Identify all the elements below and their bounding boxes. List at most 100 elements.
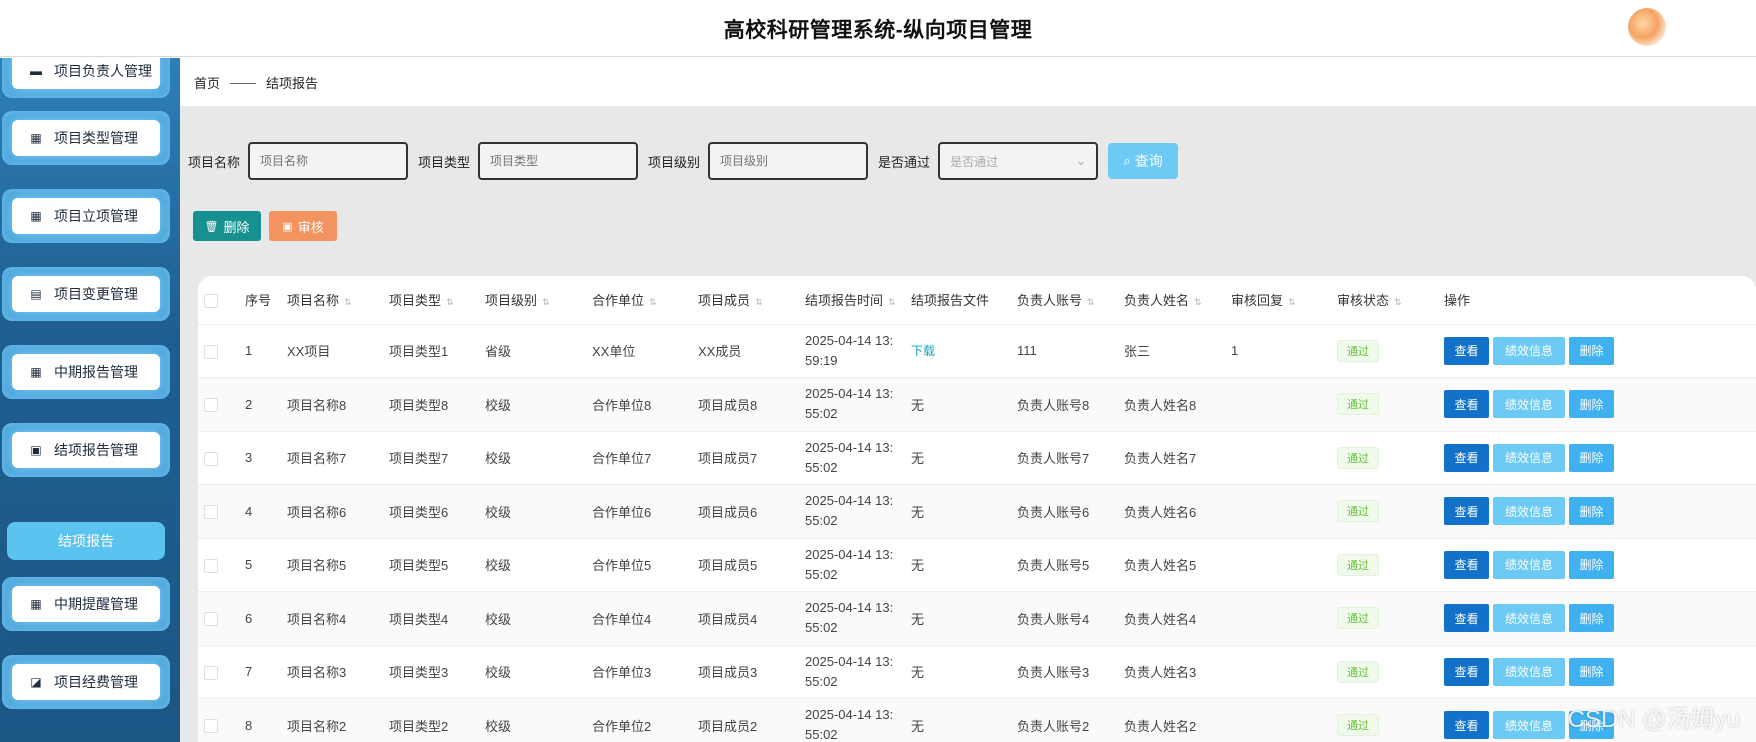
audit-icon: ▣ (282, 220, 293, 233)
col-header-account[interactable]: 负责人账号 ⇅ (1017, 276, 1124, 325)
row-checkbox[interactable] (204, 344, 218, 359)
col-header-name[interactable]: 项目名称 ⇅ (287, 276, 389, 325)
performance-info-button[interactable]: 绩效信息 (1493, 336, 1565, 365)
view-button[interactable]: 查看 (1444, 711, 1489, 740)
file-download-link[interactable]: 下载 (911, 344, 935, 358)
cell-file: 无 (911, 591, 1017, 646)
sort-icon[interactable]: ⇅ (755, 297, 763, 307)
search-icon: ⌕ (1123, 153, 1131, 168)
cell-time: 2025-04-14 13: 55:02 (805, 538, 911, 592)
sidebar-item-midterm-report[interactable]: ▦ 中期报告管理 (2, 345, 170, 399)
row-checkbox[interactable] (204, 451, 218, 466)
sidebar-item-final-report[interactable]: ▣ 结项报告管理 (2, 423, 170, 477)
chart-icon: ◪ (30, 675, 42, 689)
row-checkbox[interactable] (204, 612, 218, 627)
sort-icon[interactable]: ⇅ (446, 297, 454, 307)
row-checkbox[interactable] (204, 505, 218, 520)
cell-time-line1: 2025-04-14 13: (805, 493, 894, 509)
audit-button[interactable]: ▣ 审核 (269, 211, 337, 241)
row-checkbox[interactable] (204, 719, 218, 734)
view-button[interactable]: 查看 (1444, 336, 1489, 365)
delete-row-button[interactable]: 删除 (1569, 604, 1614, 633)
col-header-unit[interactable]: 合作单位 ⇅ (592, 276, 698, 325)
performance-info-button[interactable]: 绩效信息 (1493, 657, 1565, 686)
view-button[interactable]: 查看 (1444, 443, 1489, 472)
delete-row-button[interactable]: 删除 (1569, 497, 1614, 526)
project-level-input[interactable] (708, 142, 869, 180)
col-header-level[interactable]: 项目级别 ⇅ (485, 276, 592, 325)
delete-row-button[interactable]: 删除 (1569, 657, 1614, 686)
table-row: 6 项目名称4 项目类型4 校级 合作单位4 项目成员4 2025-04-14 13: 55:… (198, 591, 1756, 646)
cell-status: 通过 (1337, 538, 1444, 592)
cell-name: 项目名称6 (287, 484, 389, 539)
cell-time-line2: 59:19 (805, 352, 838, 368)
top-header: 高校科研管理系统-纵向项目管理 (0, 0, 1756, 57)
sidebar-item-project-leader[interactable]: ▬ 项目负责人管理 (2, 58, 170, 98)
delete-row-button[interactable]: 删除 (1569, 550, 1614, 579)
sort-icon[interactable]: ⇅ (649, 297, 657, 307)
view-button[interactable]: 查看 (1444, 604, 1489, 633)
select-all-checkbox[interactable] (204, 293, 218, 308)
project-type-input[interactable] (478, 142, 639, 180)
sidebar-item-project-funds[interactable]: ◪ 项目经费管理 (2, 655, 170, 709)
cell-account: 负责人账号8 (1017, 377, 1124, 432)
sort-icon[interactable]: ⇅ (1087, 297, 1095, 307)
sidebar: ▬ 项目负责人管理 ▦ 项目类型管理 ▦ 项目立项管理 ▤ 项目变更管理 ▦ 中期报告管理… (0, 58, 180, 742)
view-button[interactable]: 查看 (1444, 390, 1489, 419)
cell-reply (1231, 377, 1337, 432)
cell-status: 通过 (1337, 324, 1444, 378)
col-header-reply[interactable]: 审核回复 ⇅ (1231, 276, 1337, 325)
cell-no: 6 (245, 591, 287, 646)
col-header-status[interactable]: 审核状态 ⇅ (1337, 276, 1444, 325)
view-button[interactable]: 查看 (1444, 497, 1489, 526)
sidebar-item-project-change[interactable]: ▤ 项目变更管理 (2, 267, 170, 321)
performance-info-button[interactable]: 绩效信息 (1493, 390, 1565, 419)
performance-info-button[interactable]: 绩效信息 (1493, 550, 1565, 579)
table-row: 2 项目名称8 项目类型8 校级 合作单位8 项目成员8 2025-04-14 13: 55:… (198, 377, 1756, 432)
batch-delete-button[interactable]: 🗑 删除 (193, 211, 261, 241)
col-header-type[interactable]: 项目类型 ⇅ (389, 276, 485, 325)
sort-icon[interactable]: ⇅ (542, 297, 550, 307)
file-download-link: 无 (911, 665, 925, 681)
cell-no: 7 (245, 645, 287, 699)
search-button[interactable]: ⌕ 查询 (1108, 143, 1179, 179)
cell-level: 校级 (485, 698, 592, 742)
delete-row-button[interactable]: 删除 (1569, 443, 1614, 472)
row-checkbox[interactable] (204, 558, 218, 573)
cell-name: 项目名称4 (287, 591, 389, 646)
sidebar-subitem-final-report[interactable]: 结项报告 (7, 522, 165, 560)
cell-status: 通过 (1337, 591, 1444, 646)
breadcrumb: 首页 —— 结项报告 (180, 58, 1756, 106)
delete-row-button[interactable]: 删除 (1569, 336, 1614, 365)
performance-info-button[interactable]: 绩效信息 (1493, 443, 1565, 472)
sort-icon[interactable]: ⇅ (1394, 297, 1402, 307)
breadcrumb-home[interactable]: 首页 (194, 73, 220, 92)
sort-icon[interactable]: ⇅ (1194, 297, 1202, 307)
view-button[interactable]: 查看 (1444, 550, 1489, 579)
sort-icon[interactable]: ⇅ (344, 297, 352, 307)
sort-icon[interactable]: ⇅ (1288, 297, 1296, 307)
delete-row-button[interactable]: 删除 (1569, 390, 1614, 419)
performance-info-button[interactable]: 绩效信息 (1493, 711, 1565, 740)
sidebar-item-project-approval[interactable]: ▦ 项目立项管理 (2, 189, 170, 243)
pass-status-select[interactable]: 是否通过 ⌄ (938, 142, 1099, 180)
row-checkbox[interactable] (204, 665, 218, 680)
performance-info-button[interactable]: 绩效信息 (1493, 497, 1565, 526)
cell-person: 负责人姓名6 (1124, 484, 1231, 539)
table-row: 1 XX项目 项目类型1 省级 XX单位 XX成员 2025-04-14 13: 59:19 下… (198, 324, 1756, 378)
file-download-link: 无 (911, 611, 925, 627)
project-name-input[interactable] (248, 142, 409, 180)
cell-person: 负责人姓名8 (1124, 377, 1231, 432)
view-button[interactable]: 查看 (1444, 657, 1489, 686)
sidebar-item-project-type[interactable]: ▦ 项目类型管理 (2, 111, 170, 165)
cell-member: 项目成员2 (698, 698, 805, 742)
row-checkbox[interactable] (204, 398, 218, 413)
col-header-time[interactable]: 结项报告时间 ⇅ (805, 276, 911, 325)
col-header-person[interactable]: 负责人姓名 ⇅ (1124, 276, 1231, 325)
col-header-member[interactable]: 项目成员 ⇅ (698, 276, 805, 325)
performance-info-button[interactable]: 绩效信息 (1493, 604, 1565, 633)
clipboard-check-icon: ▣ (30, 443, 42, 457)
sidebar-item-midterm-reminder[interactable]: ▦ 中期提醒管理 (2, 577, 170, 631)
avatar[interactable] (1628, 8, 1666, 46)
sort-icon[interactable]: ⇅ (888, 297, 896, 307)
